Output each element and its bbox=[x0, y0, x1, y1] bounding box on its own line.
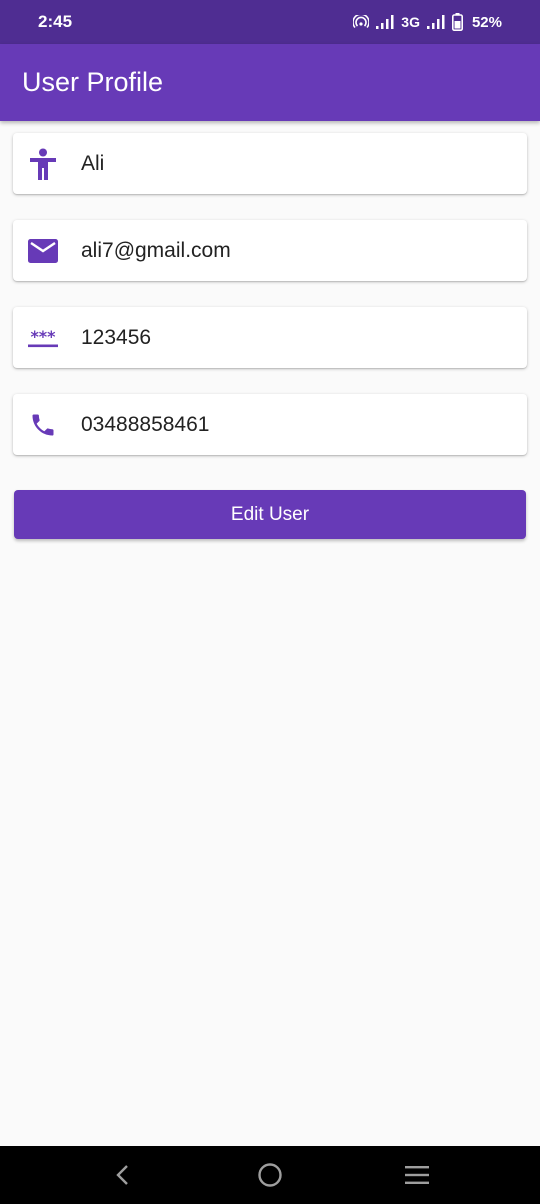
password-value: 123456 bbox=[81, 325, 152, 349]
back-icon[interactable] bbox=[93, 1146, 153, 1204]
password-icon: *** bbox=[13, 327, 73, 349]
app-bar: User Profile bbox=[0, 44, 540, 121]
home-icon[interactable] bbox=[240, 1146, 300, 1204]
page-title: User Profile bbox=[22, 67, 164, 97]
edit-user-button[interactable]: Edit User bbox=[14, 490, 526, 539]
phone-value: 03488858461 bbox=[81, 412, 210, 436]
recents-icon[interactable] bbox=[387, 1146, 447, 1204]
signal-icon bbox=[376, 15, 394, 29]
mail-icon bbox=[13, 238, 73, 263]
network-type: 3G bbox=[401, 14, 420, 30]
name-value: Ali bbox=[81, 151, 105, 175]
phone-card[interactable]: 03488858461 bbox=[13, 394, 527, 455]
status-icons: 3G 52% bbox=[353, 13, 502, 31]
signal-icon bbox=[426, 15, 445, 29]
status-time: 2:45 bbox=[38, 12, 73, 31]
email-value: ali7@gmail.com bbox=[81, 238, 231, 262]
svg-text:***: *** bbox=[30, 327, 56, 346]
password-card[interactable]: *** 123456 bbox=[13, 307, 527, 368]
accessibility-person-icon bbox=[13, 148, 73, 180]
system-nav-bar bbox=[0, 1146, 540, 1204]
phone-icon bbox=[13, 411, 73, 439]
email-card[interactable]: ali7@gmail.com bbox=[13, 220, 527, 281]
name-card[interactable]: Ali bbox=[13, 133, 527, 194]
battery-percent: 52% bbox=[471, 13, 502, 31]
hotspot-icon bbox=[353, 15, 370, 29]
battery-icon bbox=[451, 13, 463, 31]
status-bar: 2:45 3G 52% bbox=[0, 0, 540, 44]
